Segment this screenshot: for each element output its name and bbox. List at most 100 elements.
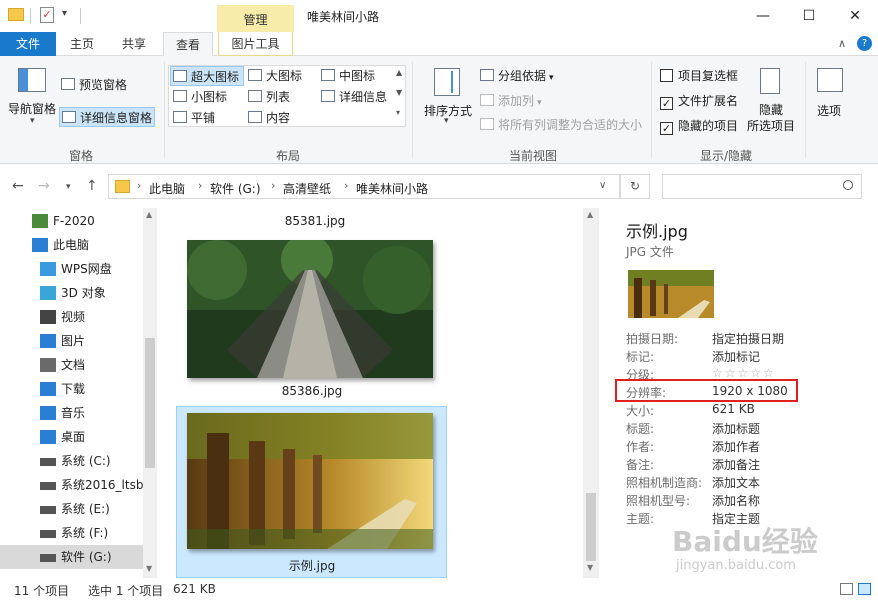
minimize-button[interactable]: — [740,0,786,32]
nav-item[interactable]: 图片 [0,329,143,353]
layout-expand-icon[interactable]: ▾ [396,108,400,117]
details-value[interactable]: 621 KB [712,402,755,416]
forward-arrow-icon[interactable]: → [38,178,50,194]
breadcrumb-separator-icon[interactable]: › [137,179,141,192]
nav-scroll-thumb[interactable] [145,338,155,468]
content-scroll-up-icon[interactable]: ▲ [587,210,593,219]
properties-icon[interactable]: ✓ [40,7,54,23]
breadcrumb-wallpapers[interactable]: 高清壁纸 [283,180,331,197]
recent-locations-icon[interactable]: ▾ [66,182,71,192]
layout-large-icons[interactable]: 大图标 [248,66,302,86]
tab-file[interactable]: 文件 [0,32,56,56]
tab-view[interactable]: 查看 [163,32,213,57]
details-value[interactable]: 添加备注 [712,456,760,473]
nav-pane-dropdown-icon[interactable]: ▾ [30,116,35,126]
size-all-columns-button[interactable]: 将所有列调整为合适的大小 [480,115,642,135]
breadcrumb-separator-icon[interactable]: › [344,179,348,192]
hidden-items-toggle[interactable]: ✓ 隐藏的项目 [660,116,738,136]
nav-item[interactable]: 软件 (G:) [0,545,143,569]
nav-item[interactable]: 系统 (E:) [0,497,143,521]
search-icon[interactable] [843,180,853,190]
layout-scroll-down-icon[interactable]: ▼ [396,88,402,97]
add-column-label: 添加列 [498,94,535,108]
preview-pane-label: 预览窗格 [79,78,128,92]
details-value[interactable]: 添加标记 [712,348,760,365]
cube-icon [40,286,56,300]
address-dropdown-icon[interactable]: ∨ [599,180,606,191]
close-button[interactable]: ✕ [832,0,878,32]
nav-scrollbar[interactable]: ▲ ▼ [143,208,157,578]
nav-item[interactable]: WPS网盘 [0,257,143,281]
nav-item[interactable]: 音乐 [0,401,143,425]
layout-extra-large-icons[interactable]: 超大图标 [170,66,244,86]
nav-item[interactable]: F-2020 [0,209,143,233]
details-value[interactable]: 添加作者 [712,438,760,455]
breadcrumb-separator-icon[interactable]: › [198,179,202,192]
hidden-items-checkbox[interactable]: ✓ [660,122,673,135]
file-view-scrollbar[interactable]: ▲ ▼ [583,208,599,578]
nav-item[interactable]: 3D 对象 [0,281,143,305]
content-scroll-thumb[interactable] [586,493,596,561]
refresh-button[interactable]: ↻ [620,174,650,199]
sort-by-icon [434,68,460,96]
nav-item[interactable]: 系统 (F:) [0,521,143,545]
tab-share[interactable]: 共享 [112,32,156,56]
nav-pane-button[interactable]: 导航窗格 [8,100,56,117]
layout-tiles[interactable]: 平铺 [173,108,215,128]
address-box[interactable]: › 此电脑 › 软件 (G:) › 高清壁纸 › 唯美林间小路 ∨ [108,174,620,199]
nav-item[interactable]: 文档 [0,353,143,377]
file-tile[interactable]: 85386.jpg [179,236,447,408]
options-button[interactable]: 选项 [817,102,841,119]
item-checkboxes-toggle[interactable]: 项目复选框 [660,66,738,86]
tab-picture-tools[interactable]: 图片工具 [218,32,293,56]
layout-details[interactable]: 详细信息 [321,87,387,107]
details-value[interactable]: 添加标题 [712,420,760,437]
content-scroll-down-icon[interactable]: ▼ [587,563,593,572]
layout-content[interactable]: 内容 [248,108,290,128]
sort-by-dropdown-icon[interactable]: ▾ [444,116,449,126]
breadcrumb-drive-g[interactable]: 软件 (G:) [210,180,261,197]
nav-item[interactable]: 系统 (C:) [0,449,143,473]
details-value[interactable]: 添加名称 [712,492,760,509]
group-by-button[interactable]: 分组依据 ▾ [480,66,554,86]
nav-item[interactable]: 桌面 [0,425,143,449]
status-selected: 选中 1 个项目 [88,584,164,598]
breadcrumb-separator-icon[interactable]: › [271,179,275,192]
up-arrow-icon[interactable]: ↑ [86,178,98,194]
details-pane-button[interactable]: 详细信息窗格 [59,107,156,127]
breadcrumb-current-folder[interactable]: 唯美林间小路 [356,180,428,197]
hide-selected-button[interactable]: 隐藏 所选项目 [746,102,796,134]
manage-tab[interactable]: 管理 [217,5,294,32]
nav-item[interactable]: 此电脑 [0,233,143,257]
customize-quick-access-icon[interactable]: ▾ [62,8,67,19]
layout-list[interactable]: 列表 [248,87,290,107]
maximize-button[interactable]: ☐ [786,0,832,32]
back-arrow-icon[interactable]: ← [12,178,24,194]
details-view-icon[interactable] [840,583,853,595]
collapse-ribbon-icon[interactable]: ∧ [838,37,846,50]
large-icons-view-icon[interactable] [858,583,871,595]
layout-medium-icons[interactable]: 中图标 [321,66,375,86]
help-icon[interactable]: ? [857,36,872,51]
file-extensions-toggle[interactable]: ✓ 文件扩展名 [660,91,738,111]
item-checkboxes-checkbox[interactable] [660,69,673,82]
details-value[interactable]: 添加文本 [712,474,760,491]
file-tile-selected[interactable]: 示例.jpg [176,406,447,578]
preview-pane-button[interactable]: 预览窗格 [61,75,127,95]
layout-small-icons[interactable]: 小图标 [173,87,227,107]
layout-scroll-up-icon[interactable]: ▲ [396,68,402,77]
file-name-top[interactable]: 85381.jpg [255,214,375,228]
details-value[interactable]: 指定拍摄日期 [712,330,784,347]
nav-item[interactable]: 视频 [0,305,143,329]
nav-scroll-down-icon[interactable]: ▼ [146,564,152,573]
tab-home[interactable]: 主页 [60,32,104,56]
list-icon [248,90,262,102]
file-extensions-checkbox[interactable]: ✓ [660,97,673,110]
nav-item[interactable]: 下载 [0,377,143,401]
breadcrumb-this-pc[interactable]: 此电脑 [149,180,185,197]
add-column-button[interactable]: 添加列 ▾ [480,91,542,111]
nav-item[interactable]: 系统2016_ltsb [0,473,143,497]
nav-scroll-up-icon[interactable]: ▲ [146,210,152,219]
search-input[interactable] [662,174,862,199]
rating-stars[interactable]: ☆☆☆☆☆ [712,366,776,380]
